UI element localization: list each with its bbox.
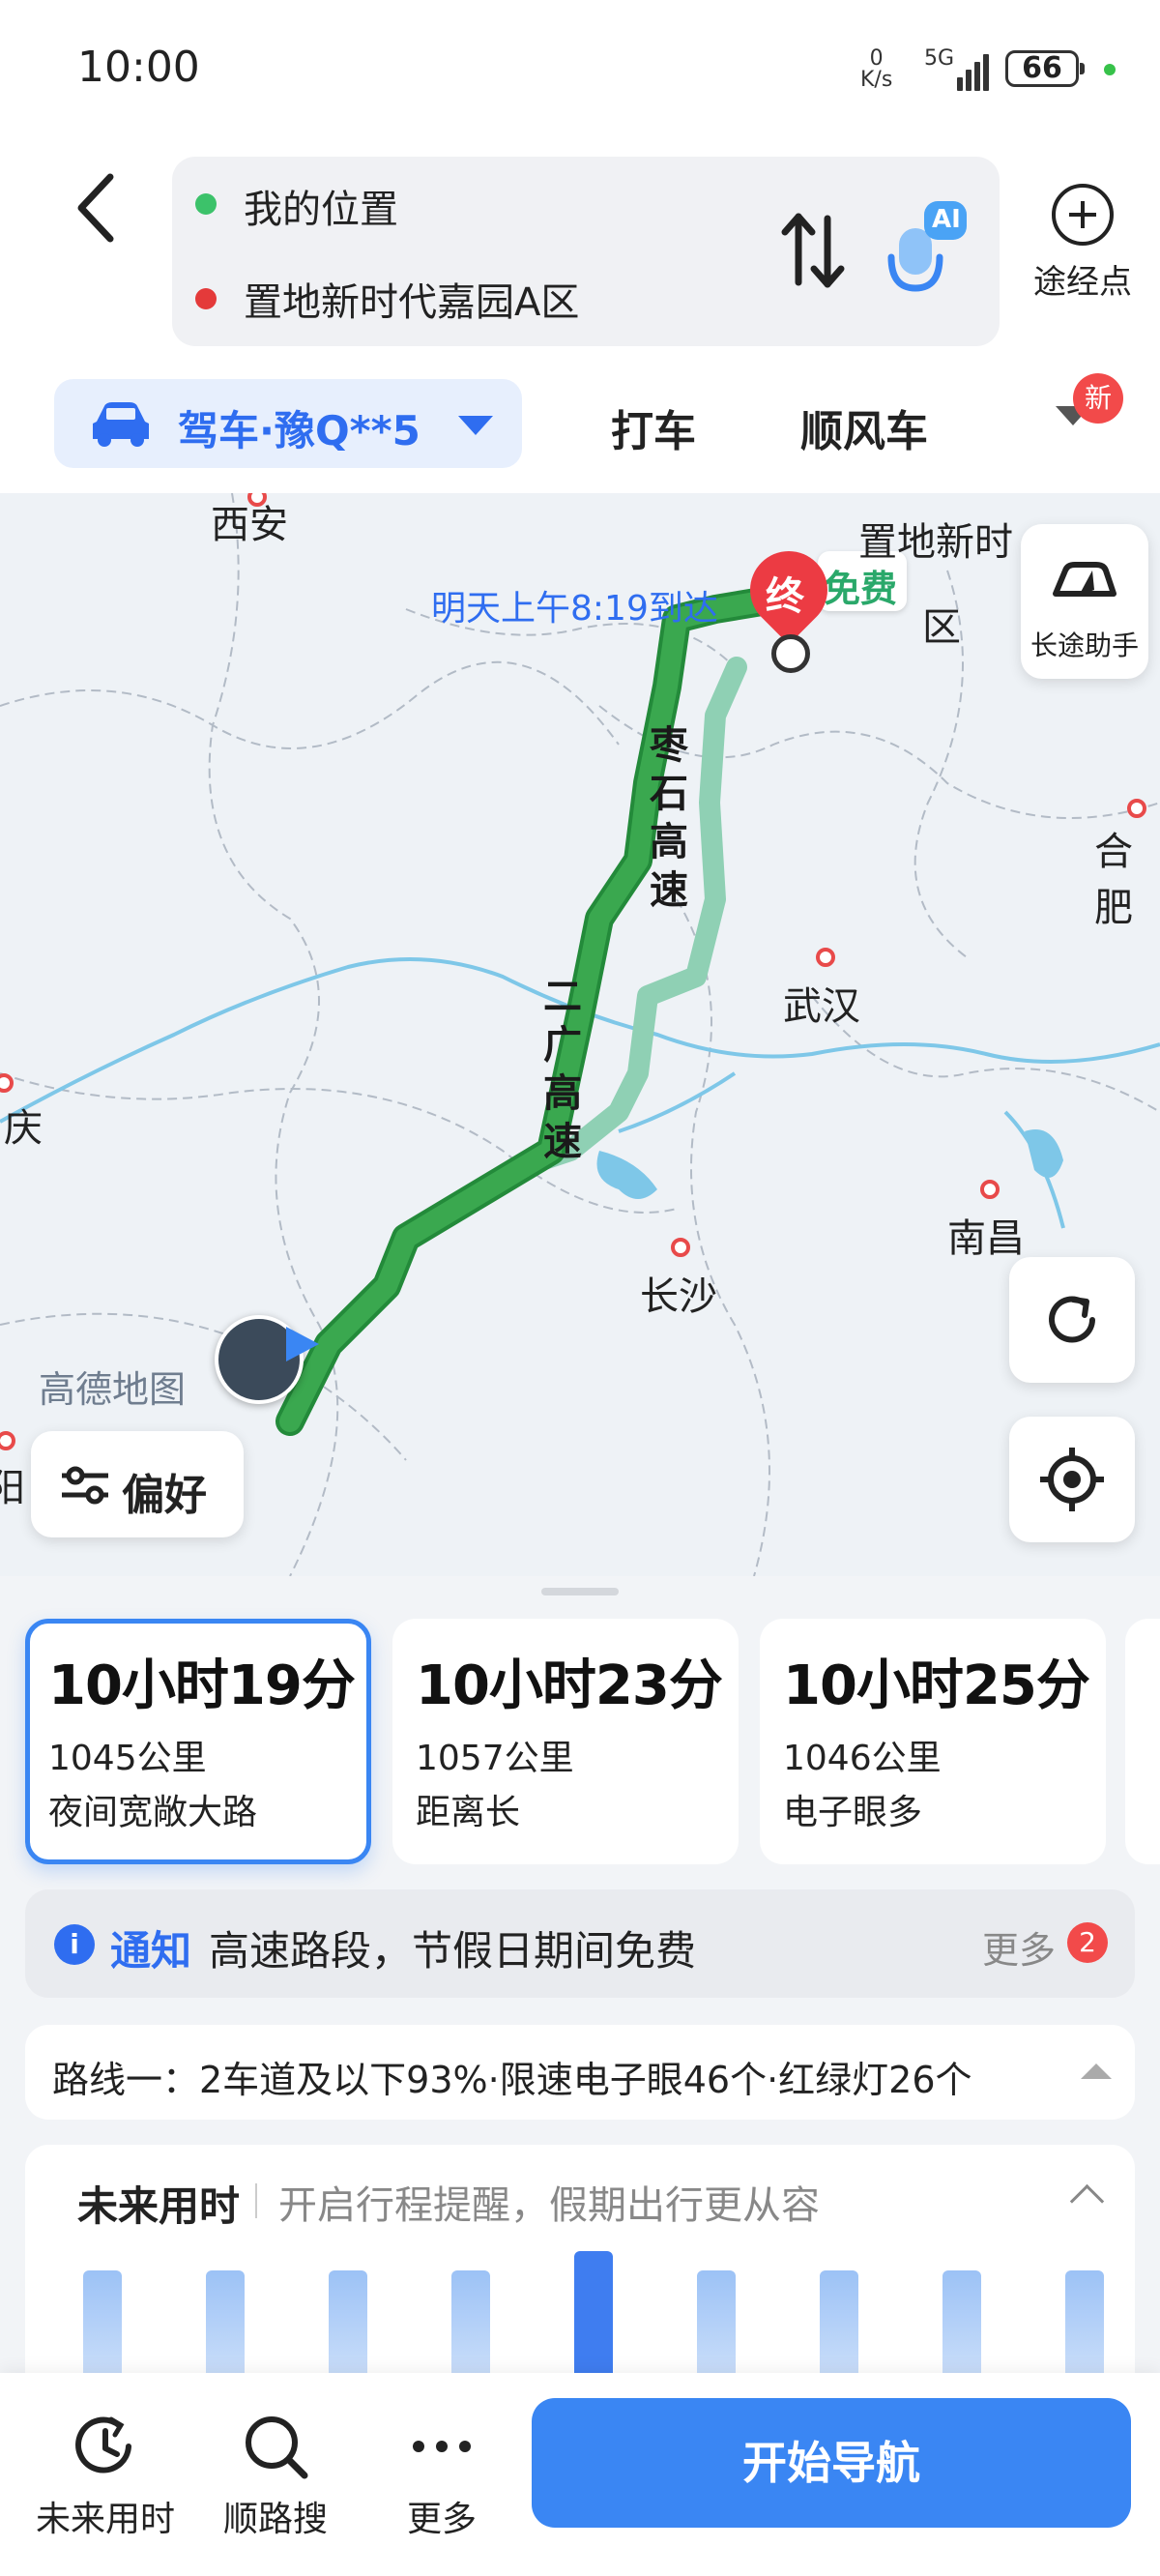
- route-card-1[interactable]: 10小时19分 1045公里 夜间宽敞大路: [25, 1619, 371, 1864]
- city-dot-hefei: [1127, 799, 1146, 818]
- city-label-guiyang: 阳: [0, 1466, 25, 1510]
- route-summary-text: 路线一：2车道及以下93%·限速电子眼46个·红绿灯26个: [52, 2059, 972, 2101]
- notice-bar[interactable]: i 通知 高速路段，节假日期间免费 更多 2: [25, 1889, 1135, 1998]
- notice-text: 高速路段，节假日期间免费: [209, 1927, 697, 1975]
- collapse-icon[interactable]: [1081, 2064, 1112, 2079]
- destination-field[interactable]: 置地新时代嘉园A区: [244, 271, 579, 327]
- search-icon: [193, 2408, 358, 2485]
- city-dot-changsha: [671, 1238, 690, 1257]
- tab-drive[interactable]: 驾车·豫Q**5: [54, 379, 522, 468]
- divider: [255, 2183, 257, 2218]
- long-trip-label: 长途助手: [1030, 629, 1139, 661]
- route-time: 10小时25分: [783, 1654, 1090, 1717]
- clock-icon: [23, 2408, 188, 2485]
- amap-logo: 高德地图: [39, 1368, 187, 1411]
- new-badge: 新: [1073, 373, 1123, 424]
- more-label: 更多: [406, 2500, 477, 2539]
- car-icon: [89, 400, 153, 449]
- origin-dot-icon: [195, 193, 217, 215]
- locate-icon: [1040, 1448, 1104, 1511]
- future-time-button[interactable]: 未来用时: [23, 2408, 188, 2541]
- route-card-4-peek[interactable]: [1125, 1619, 1160, 1864]
- route-tag: 距离长: [416, 1793, 521, 1832]
- chevron-down-icon: [458, 416, 493, 435]
- chevron-up-icon[interactable]: [1069, 2183, 1105, 2219]
- refresh-button[interactable]: [1009, 1257, 1135, 1383]
- route-card-2[interactable]: 10小时23分 1057公里 距离长: [392, 1619, 739, 1864]
- battery-icon: 66: [1005, 50, 1085, 87]
- ai-voice-icon[interactable]: AI: [885, 199, 967, 296]
- route-tag: 夜间宽敞大路: [48, 1793, 258, 1832]
- ai-badge: AI: [932, 205, 961, 234]
- heading-arrow-icon: [286, 1327, 319, 1361]
- route-tag: 电子眼多: [783, 1793, 923, 1832]
- city-dot-wuhan: [816, 948, 835, 967]
- sheet-drag-handle[interactable]: [541, 1588, 619, 1595]
- sliders-icon: [62, 1466, 108, 1505]
- add-icon: [1052, 184, 1114, 246]
- long-trip-icon: [1053, 562, 1116, 597]
- future-time-label: 未来用时: [35, 2500, 175, 2539]
- future-time-title: 未来用时: [77, 2182, 241, 2230]
- tab-drive-label: 驾车·豫Q**5: [178, 407, 420, 454]
- tab-taxi[interactable]: 打车: [611, 396, 696, 458]
- city-label-changsha: 长沙: [640, 1274, 717, 1319]
- route-time: 10小时23分: [416, 1654, 723, 1717]
- notice-count-badge: 2: [1067, 1922, 1108, 1963]
- status-time: 10:00: [77, 43, 200, 92]
- refresh-icon: [1049, 1296, 1095, 1343]
- add-waypoint-button[interactable]: 途经点: [1015, 184, 1150, 319]
- along-route-search-button[interactable]: 顺路搜: [193, 2408, 358, 2541]
- city-dot-nanchang: [980, 1180, 1000, 1199]
- preference-label: 偏好: [122, 1471, 207, 1520]
- locate-button[interactable]: [1009, 1417, 1135, 1542]
- start-navigation-button[interactable]: 开始导航: [532, 2398, 1131, 2528]
- route-distance: 1045公里: [48, 1739, 207, 1778]
- back-icon[interactable]: [68, 169, 126, 247]
- route-distance: 1057公里: [416, 1739, 574, 1778]
- net-speed: 0 K/s: [860, 48, 892, 91]
- road-label-zaoshi: 枣石高速: [650, 723, 688, 913]
- notice-label: 通知: [110, 1927, 192, 1975]
- notice-more-link[interactable]: 更多: [982, 1920, 1056, 1974]
- map-view[interactable]: 西安 武汉 长沙 南昌 合肥 庆 阳 明天上午8:19到达 枣石高速 二广高速 …: [0, 493, 1160, 1576]
- waypoint-label: 途经点: [1033, 263, 1132, 302]
- city-label-wuhan: 武汉: [783, 984, 860, 1029]
- route-distance: 1046公里: [783, 1739, 942, 1778]
- tab-carpool[interactable]: 顺风车: [800, 396, 928, 458]
- swap-icon[interactable]: [779, 207, 847, 298]
- city-label-nanchang: 南昌: [947, 1216, 1025, 1261]
- net-speed-unit: K/s: [860, 68, 893, 92]
- city-label-hefei: 合肥: [1094, 830, 1133, 930]
- status-bar: 10:00 0 K/s 5G 66: [0, 0, 1160, 145]
- destination-pin-icon: [771, 634, 810, 673]
- destination-map-label-2: 区: [922, 605, 961, 650]
- city-label-chongqing: 庆: [4, 1106, 43, 1151]
- net-speed-value: 0: [869, 46, 884, 71]
- signal-type: 5G: [924, 46, 955, 71]
- signal-bars-icon: [957, 46, 996, 91]
- destination-map-label: 置地新时: [858, 520, 1013, 565]
- destination-dot-icon: [195, 288, 217, 309]
- route-input-box: 我的位置 置地新时代嘉园A区: [172, 157, 1000, 346]
- eta-label: 明天上午8:19到达: [431, 589, 718, 629]
- more-button[interactable]: 更多: [360, 2408, 524, 2541]
- future-time-subtitle[interactable]: 开启行程提醒，假期出行更从容: [278, 2174, 820, 2230]
- privacy-dot-icon: [1104, 64, 1116, 75]
- long-trip-button[interactable]: 长途助手: [1021, 524, 1148, 679]
- route-card-3[interactable]: 10小时25分 1046公里 电子眼多: [760, 1619, 1106, 1864]
- preference-button[interactable]: 偏好: [31, 1431, 244, 1537]
- route-time: 10小时19分: [48, 1654, 356, 1717]
- origin-field[interactable]: 我的位置: [244, 178, 398, 234]
- route-summary[interactable]: 路线一：2车道及以下93%·限速电子眼46个·红绿灯26个: [25, 2025, 1135, 2120]
- info-icon: i: [54, 1924, 95, 1965]
- end-marker-label: 终: [766, 574, 804, 619]
- along-route-search-label: 顺路搜: [222, 2500, 328, 2539]
- more-dots-icon: [360, 2408, 524, 2485]
- road-label-erguang: 二广高速: [543, 975, 582, 1164]
